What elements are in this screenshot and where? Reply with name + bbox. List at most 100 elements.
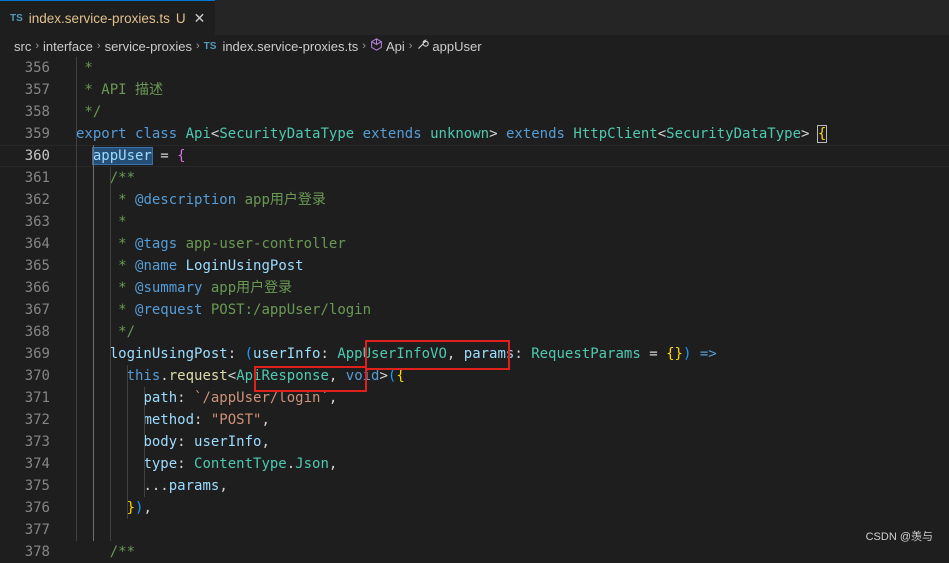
- indent-guide: [76, 57, 77, 541]
- code-token: unknown: [430, 126, 490, 142]
- code-token: @name: [135, 258, 178, 274]
- line-number: 371: [24, 390, 50, 406]
- line-number: 370: [24, 368, 50, 384]
- breadcrumb-item-member[interactable]: appUser: [432, 39, 481, 54]
- code-line[interactable]: 374 type: ContentType.Json,: [0, 453, 949, 475]
- code-token: extends: [505, 126, 565, 142]
- code-token: :: [514, 346, 532, 362]
- line-number: 359: [24, 126, 50, 142]
- code-line[interactable]: 366 * @summary app用户登录: [0, 277, 949, 299]
- code-text: }),: [76, 497, 152, 519]
- code-line[interactable]: 360 appUser = {: [0, 145, 949, 167]
- code-token: ,: [328, 456, 338, 472]
- code-token: this: [126, 368, 161, 384]
- code-token: appUser: [91, 147, 153, 165]
- code-token: extends: [362, 126, 422, 142]
- code-token: "POST": [210, 412, 262, 428]
- indent-guide: [93, 145, 94, 541]
- code-token: type: [143, 456, 178, 472]
- code-token: ,: [143, 500, 152, 516]
- close-icon[interactable]: ✕: [194, 10, 206, 27]
- code-editor[interactable]: 356 * 357 * API 描述 358 */359 export class A…: [0, 57, 949, 560]
- code-line[interactable]: 357 * API 描述: [0, 79, 949, 101]
- code-token: :: [227, 346, 245, 362]
- code-token: export: [76, 126, 127, 142]
- code-token: `/appUser/login`: [194, 390, 329, 406]
- breadcrumb-item-interface[interactable]: interface: [43, 39, 93, 54]
- code-text: ...params,: [76, 475, 227, 497]
- code-line[interactable]: 365 * @name LoginUsingPost: [0, 255, 949, 277]
- code-line[interactable]: 362 * @description app用户登录: [0, 189, 949, 211]
- typescript-file-icon: TS: [203, 40, 217, 52]
- code-token: >: [801, 126, 818, 142]
- code-token: @request: [135, 302, 203, 318]
- code-token: POST:/appUser/login: [202, 302, 372, 318]
- code-line[interactable]: 378 /**: [0, 541, 949, 563]
- code-line[interactable]: 372 method: "POST",: [0, 409, 949, 431]
- code-text: */: [76, 101, 101, 123]
- code-token: :: [177, 434, 195, 450]
- code-token: userInfo: [253, 346, 321, 362]
- code-token: */: [76, 324, 136, 340]
- code-token: ContentType: [194, 456, 287, 472]
- line-number: 374: [24, 456, 50, 472]
- code-token: :: [320, 346, 338, 362]
- code-line[interactable]: 363 *: [0, 211, 949, 233]
- code-token: HttpClient: [573, 126, 658, 142]
- breadcrumb-item-file[interactable]: index.service-proxies.ts: [222, 39, 358, 54]
- line-number: 367: [24, 302, 50, 318]
- code-token: userInfo: [194, 434, 262, 450]
- code-token: *: [76, 192, 136, 208]
- chevron-right-icon: ›: [96, 40, 101, 52]
- code-line[interactable]: 356 *: [0, 57, 949, 79]
- line-number: 366: [24, 280, 50, 296]
- code-text: export class Api<SecurityDataType extend…: [76, 123, 828, 145]
- typescript-file-icon: TS: [10, 12, 23, 24]
- code-text: type: ContentType.Json,: [76, 453, 337, 475]
- breadcrumb-item-class[interactable]: Api: [386, 39, 405, 54]
- watermark: CSDN @羡与: [865, 531, 933, 543]
- code-line[interactable]: 364 * @tags app-user-controller: [0, 233, 949, 255]
- line-number: 368: [24, 324, 50, 340]
- chevron-right-icon: ›: [408, 40, 413, 52]
- code-line[interactable]: 373 body: userInfo,: [0, 431, 949, 453]
- code-token: SecurityDataType: [219, 126, 355, 142]
- breadcrumb-item-service-proxies[interactable]: service-proxies: [105, 39, 192, 54]
- line-number: 373: [24, 434, 50, 450]
- code-token: Json: [295, 456, 329, 472]
- breadcrumb-item-src[interactable]: src: [14, 39, 31, 54]
- code-line[interactable]: 359 export class Api<SecurityDataType ext…: [0, 123, 949, 145]
- code-text: * @request POST:/appUser/login: [76, 299, 371, 321]
- code-text: * @description app用户登录: [76, 189, 326, 211]
- code-line[interactable]: 376 }),: [0, 497, 949, 519]
- code-line[interactable]: 361 /**: [0, 167, 949, 189]
- code-token: (: [244, 346, 254, 362]
- code-token: /**: [76, 544, 136, 560]
- line-number: 360: [24, 148, 50, 164]
- code-token: *: [76, 258, 136, 274]
- line-number: 362: [24, 192, 50, 208]
- tab-index-service-proxies[interactable]: TS index.service-proxies.ts U ✕: [0, 0, 216, 35]
- code-line[interactable]: 375 ...params,: [0, 475, 949, 497]
- line-number: 357: [24, 82, 50, 98]
- code-token: RequestParams: [531, 346, 641, 362]
- line-number: 377: [24, 522, 50, 538]
- code-line[interactable]: 358 */: [0, 101, 949, 123]
- code-line[interactable]: 371 path: `/appUser/login`,: [0, 387, 949, 409]
- code-token: <: [657, 126, 667, 142]
- breadcrumb: src › interface › service-proxies › TS i…: [0, 35, 949, 57]
- code-line[interactable]: 367 * @request POST:/appUser/login: [0, 299, 949, 321]
- code-text: *: [76, 57, 92, 79]
- code-token: @tags: [135, 236, 178, 252]
- annotation-box-apiresponse: [254, 366, 367, 392]
- code-token: :: [177, 456, 195, 472]
- code-token: >: [489, 126, 506, 142]
- code-line[interactable]: 377: [0, 519, 949, 541]
- line-number: 369: [24, 346, 50, 362]
